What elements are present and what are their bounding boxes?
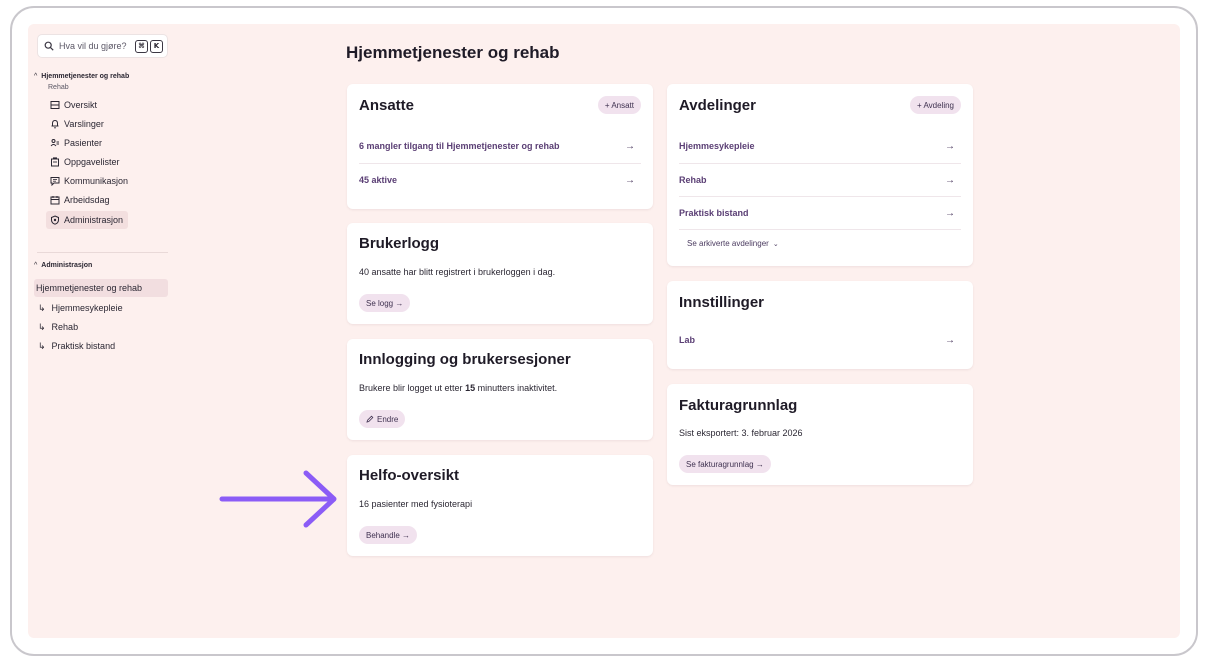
sidebar-item-oppgavelister[interactable]: Oppgavelister	[46, 153, 156, 171]
arrow-right-icon: →	[625, 140, 635, 152]
admin-item-label: Hjemmetjenester og rehab	[36, 283, 143, 293]
innlogging-card: Innlogging og brukersesjoner Brukere bli…	[347, 339, 653, 440]
admin-item-label: Praktisk bistand	[51, 341, 116, 351]
card-title: Avdelinger	[679, 97, 756, 114]
sidebar-item-label: Kommunikasjon	[64, 176, 129, 186]
row-label: Praktisk bistand	[679, 208, 749, 218]
avdelinger-card: Avdelinger + Avdeling Hjemmesykepleie → …	[667, 84, 973, 266]
sidebar-section-subtitle: Rehab	[48, 84, 69, 91]
se-fakturagrunnlag-button[interactable]: Se fakturagrunnlag →	[679, 455, 771, 473]
card-text: 40 ansatte har blitt registrert i bruker…	[359, 267, 556, 277]
sidebar-item-label: Oppgavelister	[64, 157, 120, 167]
sidebar-item-label: Arbeidsdag	[64, 195, 110, 205]
ansatte-row-missing-access[interactable]: 6 mangler tilgang til Hjemmetjenester og…	[359, 129, 641, 163]
sidebar-item-oversikt[interactable]: Oversikt	[46, 96, 156, 114]
sub-arrow-icon: ↳	[38, 321, 46, 332]
avdeling-row-hjemmesykepleie[interactable]: Hjemmesykepleie →	[679, 129, 961, 163]
add-ansatt-button[interactable]: + Ansatt	[597, 96, 641, 114]
chat-icon	[50, 177, 60, 186]
row-label: Hjemmesykepleie	[679, 141, 755, 151]
list-icon	[50, 101, 60, 109]
show-archived-toggle[interactable]: Se arkiverte avdelinger ⌄	[687, 239, 779, 248]
endre-button[interactable]: Endre	[359, 410, 406, 428]
bell-icon	[51, 119, 59, 129]
sidebar-item-label: Administrasjon	[64, 215, 124, 225]
annotation-arrow-icon	[219, 470, 337, 528]
card-text: 16 pasienter med fysioterapi	[359, 499, 473, 509]
row-divider	[679, 229, 961, 230]
add-avdeling-button[interactable]: + Avdeling	[910, 96, 961, 114]
search-placeholder: Hva vil du gjøre?	[59, 41, 127, 51]
se-logg-button[interactable]: Se logg →	[359, 294, 411, 312]
calendar-icon	[50, 196, 60, 205]
card-text: Brukere blir logget ut etter 15 minutter…	[359, 383, 557, 393]
card-text: Sist eksportert: 3. februar 2026	[679, 428, 803, 438]
sidebar-item-pasienter[interactable]: Pasienter	[46, 134, 156, 152]
innstillinger-row-lab[interactable]: Lab →	[679, 323, 961, 357]
sub-arrow-icon: ↳	[38, 302, 46, 313]
card-title: Ansatte	[359, 97, 415, 114]
sidebar-item-kommunikasjon[interactable]: Kommunikasjon	[46, 172, 156, 190]
ansatte-card: Ansatte + Ansatt 6 mangler tilgang til H…	[347, 84, 653, 209]
sidebar-item-varslinger[interactable]: Varslinger	[46, 115, 156, 133]
search-input[interactable]: Hva vil du gjøre? ⌘ K	[37, 34, 168, 58]
sidebar-item-arbeidsdag[interactable]: Arbeidsdag	[46, 191, 156, 209]
timeout-minutes: 15	[465, 383, 476, 393]
archived-label: Se arkiverte avdelinger	[687, 239, 769, 248]
timeout-text-before: Brukere blir logget ut etter	[359, 383, 466, 393]
chevron-up-icon: ^	[34, 262, 38, 269]
admin-item-praktisk-bistand[interactable]: ↳ Praktisk bistand	[34, 337, 115, 355]
page-title: Hjemmetjenester og rehab	[346, 43, 560, 62]
sidebar-section-admin[interactable]: ^ Administrasjon	[34, 262, 92, 269]
sidebar-item-label: Varslinger	[64, 119, 104, 129]
app-root: Hva vil du gjøre? ⌘ K ^ Hjemmetjenester …	[28, 24, 1180, 638]
sidebar-item-label: Pasienter	[64, 138, 103, 148]
shield-icon	[51, 215, 59, 225]
chevron-down-icon: ⌄	[772, 240, 779, 248]
sidebar-section-unit[interactable]: ^ Hjemmetjenester og rehab	[34, 73, 129, 80]
timeout-text-after: minutters inaktivitet.	[475, 383, 558, 393]
row-label: 45 aktive	[359, 175, 398, 185]
admin-item-rehab[interactable]: ↳ Rehab	[34, 318, 78, 336]
card-title: Innlogging og brukersesjoner	[359, 351, 571, 368]
search-icon	[44, 41, 54, 51]
row-label: Rehab	[679, 175, 707, 185]
ansatte-row-active[interactable]: 45 aktive →	[359, 163, 641, 197]
avdeling-row-praktisk-bistand[interactable]: Praktisk bistand →	[679, 196, 961, 230]
sidebar-section-title: Administrasjon	[41, 262, 93, 269]
arrow-right-icon: →	[625, 174, 635, 186]
sidebar-divider	[37, 252, 168, 253]
sidebar-item-label: Oversikt	[64, 100, 98, 110]
row-label: 6 mangler tilgang til Hjemmetjenester og…	[359, 141, 560, 151]
admin-item-label: Rehab	[51, 322, 79, 332]
innstillinger-card: Innstillinger Lab →	[667, 281, 973, 369]
button-label: Endre	[377, 414, 399, 424]
arrow-right-icon: →	[945, 334, 955, 346]
admin-item-label: Hjemmesykepleie	[51, 303, 123, 313]
shortcut-cmd-key: ⌘	[135, 39, 148, 53]
sub-arrow-icon: ↳	[38, 340, 46, 351]
helfo-card: Helfo-oversikt 16 pasienter med fysioter…	[347, 455, 653, 556]
arrow-right-icon: →	[945, 174, 955, 186]
brukerlogg-card: Brukerlogg 40 ansatte har blitt registre…	[347, 223, 653, 324]
sidebar-item-administrasjon[interactable]: Administrasjon	[46, 211, 128, 229]
arrow-right-icon: →	[945, 140, 955, 152]
card-title: Brukerlogg	[359, 235, 440, 252]
card-title: Fakturagrunnlag	[679, 397, 798, 414]
chevron-up-icon: ^	[34, 73, 38, 80]
patients-icon	[50, 139, 59, 147]
pencil-icon	[366, 415, 374, 423]
row-label: Lab	[679, 335, 696, 345]
card-title: Innstillinger	[679, 294, 765, 311]
arrow-right-icon: →	[945, 207, 955, 219]
admin-item-hjemmesykepleie[interactable]: ↳ Hjemmesykepleie	[34, 299, 123, 317]
card-title: Helfo-oversikt	[359, 467, 460, 484]
behandle-button[interactable]: Behandle →	[359, 526, 418, 544]
admin-item-hjemmetjenester[interactable]: Hjemmetjenester og rehab	[34, 279, 168, 297]
tasklist-icon	[51, 157, 59, 167]
fakturagrunnlag-card: Fakturagrunnlag Sist eksportert: 3. febr…	[667, 384, 973, 485]
sidebar-section-title: Hjemmetjenester og rehab	[41, 73, 130, 80]
shortcut-k-key: K	[150, 39, 163, 53]
avdeling-row-rehab[interactable]: Rehab →	[679, 163, 961, 197]
